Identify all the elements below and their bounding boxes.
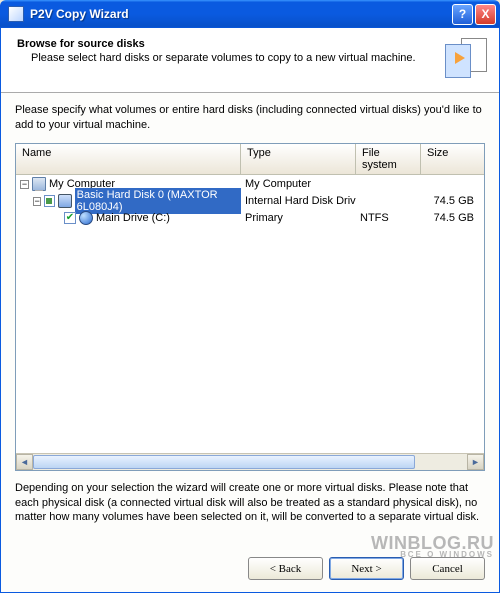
scroll-track[interactable] [33, 454, 467, 470]
col-filesystem[interactable]: File system [356, 144, 421, 174]
col-type[interactable]: Type [241, 144, 356, 174]
node-size: 74.5 GB [421, 212, 484, 224]
tree-row-volume-c[interactable]: Main Drive (C:) Primary NTFS 74.5 GB [16, 210, 484, 227]
wizard-buttons: < Back Next > Cancel [1, 547, 499, 592]
checkbox[interactable] [64, 212, 76, 224]
node-label: Main Drive (C:) [96, 212, 170, 224]
window-title: P2V Copy Wizard [30, 7, 452, 21]
help-button[interactable]: ? [452, 4, 473, 25]
col-size[interactable]: Size [421, 144, 484, 174]
node-type: Internal Hard Disk Drive [241, 195, 356, 207]
column-headers[interactable]: Name Type File system Size [16, 144, 484, 175]
expand-toggle[interactable]: − [33, 197, 41, 206]
footnote-text: Depending on your selection the wizard w… [15, 481, 485, 526]
volume-icon [79, 211, 93, 225]
next-button[interactable]: Next > [329, 557, 404, 580]
cancel-button[interactable]: Cancel [410, 557, 485, 580]
node-fs: NTFS [356, 212, 421, 224]
window-body: Browse for source disks Please select ha… [0, 28, 500, 593]
back-button[interactable]: < Back [248, 557, 323, 580]
disk-icon [58, 194, 72, 208]
close-button[interactable]: X [475, 4, 496, 25]
horizontal-scrollbar[interactable]: ◄ ► [16, 453, 484, 470]
titlebar[interactable]: P2V Copy Wizard ? X [0, 0, 500, 28]
wizard-icon [445, 38, 487, 80]
node-type: My Computer [241, 178, 356, 190]
scroll-left-button[interactable]: ◄ [16, 454, 33, 470]
computer-icon [32, 177, 46, 191]
page-subtitle: Please select hard disks or separate vol… [17, 52, 437, 64]
instruction-text: Please specify what volumes or entire ha… [15, 103, 485, 133]
tree-row-disk0[interactable]: − Basic Hard Disk 0 (MAXTOR 6L080J4) Int… [16, 193, 484, 210]
app-icon [8, 6, 24, 22]
scroll-right-button[interactable]: ► [467, 454, 484, 470]
checkbox[interactable] [44, 195, 55, 207]
node-type: Primary [241, 212, 356, 224]
scroll-thumb[interactable] [33, 455, 415, 469]
disk-tree[interactable]: Name Type File system Size − My Computer… [15, 143, 485, 471]
col-name[interactable]: Name [16, 144, 241, 174]
wizard-header: Browse for source disks Please select ha… [1, 28, 499, 93]
page-title: Browse for source disks [17, 38, 437, 50]
node-size: 74.5 GB [421, 195, 484, 207]
